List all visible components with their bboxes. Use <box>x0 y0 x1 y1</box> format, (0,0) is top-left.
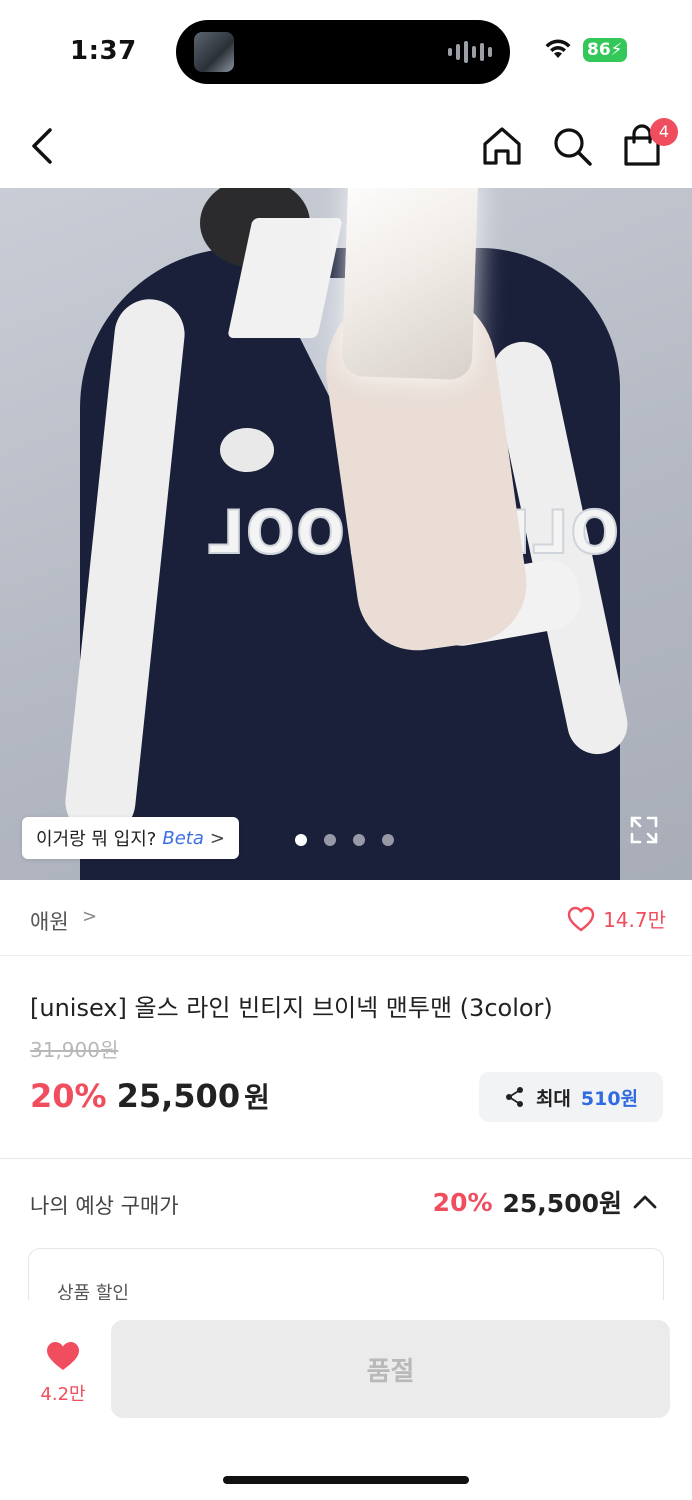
home-icon[interactable] <box>480 124 524 168</box>
price-unit: 원 <box>244 1081 270 1114</box>
cart-count-badge: 4 <box>650 118 678 146</box>
home-indicator <box>223 1476 469 1484</box>
carousel-pagination <box>295 834 394 846</box>
share-points: 510원 <box>580 1087 639 1110</box>
dynamic-island[interactable] <box>176 20 510 84</box>
share-icon <box>505 1087 523 1107</box>
photo-detail <box>341 188 479 381</box>
top-nav <box>0 100 692 188</box>
wishlist-button[interactable]: 4.2만 <box>30 1340 96 1406</box>
photo-detail <box>220 428 274 472</box>
product-title: [unisex] 올스 라인 빈티지 브이넥 맨투맨 (3color) <box>30 994 553 1022</box>
chevron-left-icon[interactable] <box>24 124 64 168</box>
share-label: 최대 <box>535 1087 571 1110</box>
carousel-dot[interactable] <box>324 834 336 846</box>
battery-level: 86 <box>587 40 611 60</box>
store-name-link[interactable]: 애원 <box>30 906 69 936</box>
outfit-suggestion-chip[interactable]: 이거랑 뭐 입지? Beta > <box>22 817 239 859</box>
expand-icon[interactable] <box>628 814 660 846</box>
product-image-carousel[interactable]: OLDSCHOOL 1987 <box>0 188 692 880</box>
status-bar: 1:37 86⚡ <box>0 0 692 100</box>
chevron-up-icon <box>633 1195 657 1209</box>
expected-price-label: 나의 예상 구매가 <box>30 1194 179 1218</box>
price-row: 20% 25,500 원 <box>30 1076 270 1116</box>
charging-icon: ⚡ <box>610 40 623 60</box>
store-like-count: 14.7만 <box>603 908 666 932</box>
soldout-button[interactable]: 품절 <box>111 1320 670 1418</box>
original-price: 31,900원 <box>30 1038 119 1062</box>
wishlist-count: 4.2만 <box>40 1384 86 1405</box>
chevron-right-icon: > <box>82 906 98 927</box>
carousel-dot[interactable] <box>295 834 307 846</box>
store-like-button[interactable]: 14.7만 <box>567 904 666 933</box>
discount-rate: 20% <box>30 1077 107 1115</box>
heart-outline-icon <box>567 906 595 931</box>
search-icon[interactable] <box>550 124 594 168</box>
chip-beta-label: Beta <box>162 827 204 849</box>
divider <box>0 1158 692 1159</box>
heart-filled-icon <box>47 1342 79 1370</box>
audio-wave-icon <box>448 40 492 64</box>
bottom-action-bar: 4.2만 품절 <box>0 1300 692 1500</box>
share-reward-button[interactable]: 최대 510원 <box>479 1072 663 1122</box>
expected-price: 25,500원 <box>502 1189 622 1218</box>
carousel-dot[interactable] <box>382 834 394 846</box>
battery-indicator: 86⚡ <box>583 38 627 62</box>
expected-price-toggle[interactable]: 20% 25,500원 <box>433 1184 658 1220</box>
chevron-right-icon: > <box>209 827 225 849</box>
chip-label: 이거랑 뭐 입지? <box>36 829 157 850</box>
sale-price: 25,500 <box>116 1077 241 1115</box>
store-row: 애원 > 14.7만 <box>0 880 692 956</box>
expected-discount: 20% <box>432 1187 493 1217</box>
wifi-icon <box>545 39 571 58</box>
now-playing-thumbnail <box>194 32 234 72</box>
status-time: 1:37 <box>70 36 137 66</box>
carousel-dot[interactable] <box>353 834 365 846</box>
